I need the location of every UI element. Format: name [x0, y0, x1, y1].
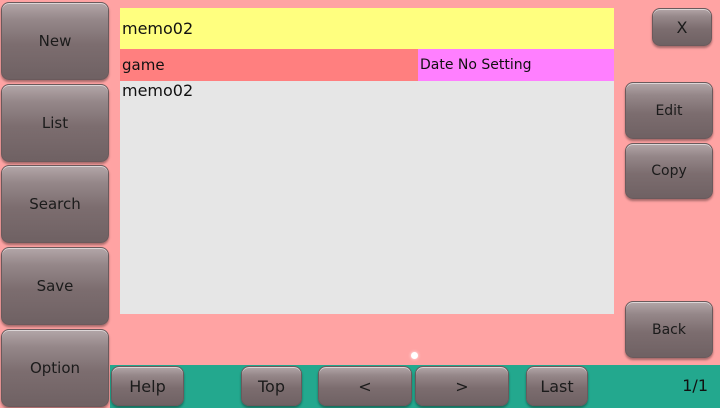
- save-button[interactable]: Save: [1, 247, 109, 325]
- next-page-button[interactable]: >: [415, 366, 509, 406]
- copy-button[interactable]: Copy: [625, 143, 713, 199]
- back-button[interactable]: Back: [625, 301, 713, 358]
- last-button[interactable]: Last: [526, 366, 588, 406]
- new-button[interactable]: New: [1, 2, 109, 80]
- memo-body-text[interactable]: memo02: [120, 81, 614, 314]
- search-button[interactable]: Search: [1, 165, 109, 243]
- top-button[interactable]: Top: [241, 366, 302, 406]
- scroll-indicator-dot: [411, 352, 418, 359]
- date-field[interactable]: Date No Setting: [418, 49, 614, 81]
- help-button[interactable]: Help: [111, 366, 184, 406]
- close-button[interactable]: X: [652, 8, 712, 46]
- edit-button[interactable]: Edit: [625, 82, 713, 139]
- list-button[interactable]: List: [1, 84, 109, 162]
- memo-title-field[interactable]: memo02: [120, 8, 614, 49]
- option-button[interactable]: Option: [1, 329, 109, 407]
- page-indicator: 1/1: [682, 376, 708, 395]
- prev-page-button[interactable]: <: [318, 366, 412, 406]
- category-field[interactable]: game: [120, 49, 418, 81]
